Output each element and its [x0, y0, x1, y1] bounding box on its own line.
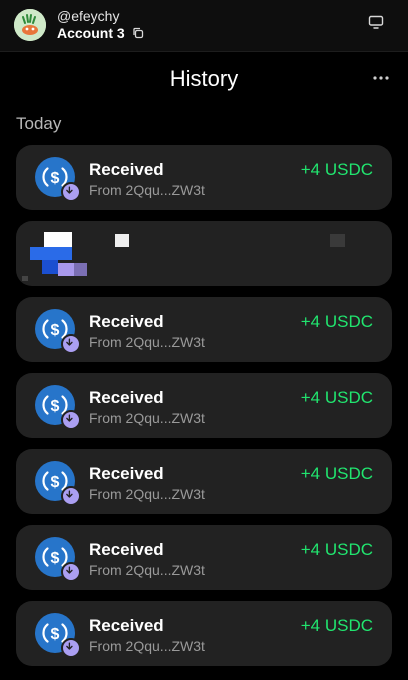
section-label-today: Today — [16, 114, 62, 133]
transaction-item[interactable]: $ Received From 2Qqu...ZW3t +4 USDC — [16, 449, 392, 514]
svg-text:$: $ — [51, 626, 60, 643]
arrow-down-icon — [61, 638, 81, 658]
obscured-block — [44, 232, 72, 247]
transaction-subtitle: From 2Qqu...ZW3t — [89, 562, 205, 578]
transaction-subtitle: From 2Qqu...ZW3t — [89, 486, 205, 502]
monitor-icon[interactable] — [368, 15, 384, 29]
transaction-subtitle: From 2Qqu...ZW3t — [89, 182, 205, 198]
svg-text:$: $ — [51, 322, 60, 339]
transaction-subtitle: From 2Qqu...ZW3t — [89, 410, 205, 426]
transaction-item[interactable]: $ Received From 2Qqu...ZW3t +4 USDC — [16, 525, 392, 590]
svg-text:$: $ — [51, 398, 60, 415]
arrow-down-icon — [61, 334, 81, 354]
transaction-item[interactable]: $ Received From 2Qqu...ZW3t +4 USDC — [16, 145, 392, 210]
arrow-down-icon — [61, 562, 81, 582]
transaction-item[interactable]: $ Received From 2Qqu...ZW3t +4 USDC — [16, 373, 392, 438]
transaction-amount: +4 USDC — [300, 312, 373, 331]
transaction-title: Received — [89, 616, 164, 635]
page-title: History — [169, 66, 239, 91]
arrow-down-icon — [61, 182, 81, 202]
more-horizontal-icon[interactable] — [373, 76, 389, 80]
obscured-block — [30, 247, 72, 260]
svg-text:$: $ — [51, 550, 60, 567]
transaction-title: Received — [89, 312, 164, 331]
copy-icon[interactable] — [132, 27, 144, 39]
account-name[interactable]: Account 3 — [57, 25, 125, 41]
obscured-block — [330, 234, 345, 247]
account-header: @efeychy Account 3 — [0, 0, 408, 52]
transaction-amount: +4 USDC — [300, 160, 373, 179]
transaction-amount: +4 USDC — [300, 388, 373, 407]
obscured-block — [115, 234, 129, 247]
transaction-title: Received — [89, 160, 164, 179]
account-handle: @efeychy — [57, 8, 120, 24]
svg-text:$: $ — [51, 474, 60, 491]
transaction-title: Received — [89, 540, 164, 559]
account-avatar[interactable] — [14, 9, 46, 41]
obscured-block — [42, 260, 58, 274]
arrow-down-icon — [61, 410, 81, 430]
transaction-title: Received — [89, 464, 164, 483]
transaction-item-obscured[interactable] — [16, 221, 392, 286]
svg-text:$: $ — [51, 170, 60, 187]
transaction-amount: +4 USDC — [300, 540, 373, 559]
obscured-block — [74, 263, 87, 276]
transaction-item[interactable]: $ Received From 2Qqu...ZW3t +4 USDC — [16, 297, 392, 362]
obscured-block — [58, 263, 74, 276]
transaction-item[interactable]: $ Received From 2Qqu...ZW3t +4 USDC — [16, 601, 392, 666]
transaction-amount: +4 USDC — [300, 616, 373, 635]
obscured-block — [22, 276, 28, 281]
transaction-subtitle: From 2Qqu...ZW3t — [89, 334, 205, 350]
transaction-title: Received — [89, 388, 164, 407]
avatar-image — [14, 9, 46, 41]
transaction-amount: +4 USDC — [300, 464, 373, 483]
transaction-subtitle: From 2Qqu...ZW3t — [89, 638, 205, 654]
arrow-down-icon — [61, 486, 81, 506]
